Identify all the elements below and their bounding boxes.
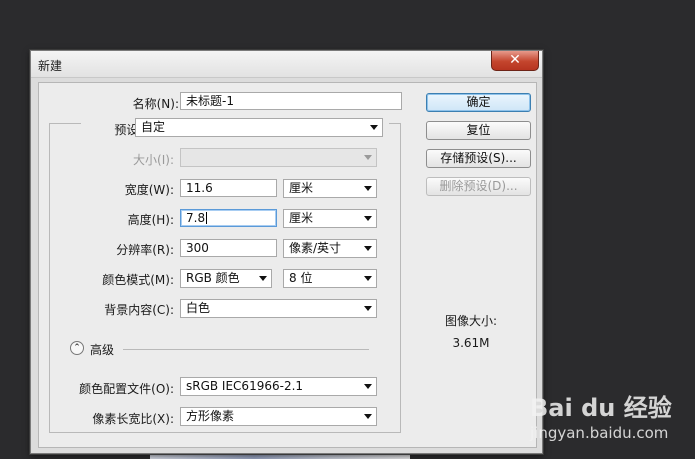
image-size-value: 3.61M — [452, 336, 490, 350]
color-profile-label: 颜色配置文件(O): — [79, 382, 174, 396]
size-select[interactable] — [180, 148, 377, 167]
name-label: 名称(N): — [132, 97, 179, 111]
delete-preset-button[interactable]: 删除预设(D)... — [426, 177, 531, 196]
chevron-down-icon — [364, 306, 372, 311]
ok-button[interactable]: 确定 — [426, 93, 531, 112]
dialog-title: 新建 — [38, 59, 63, 73]
chevron-down-icon — [364, 414, 372, 419]
bit-depth-value: 8 位 — [289, 271, 313, 285]
color-mode-select[interactable]: RGB 颜色 — [180, 269, 272, 288]
pixel-aspect-select[interactable]: 方形像素 — [180, 407, 377, 426]
chevron-down-icon — [364, 155, 372, 160]
close-button[interactable]: ✕ — [491, 51, 539, 71]
background-content-value: 白色 — [186, 301, 211, 315]
save-preset-button[interactable]: 存储预设(S)... — [426, 149, 531, 168]
chevron-down-icon — [364, 276, 372, 281]
height-unit-select[interactable]: 厘米 — [283, 209, 377, 228]
resolution-input[interactable]: 300 — [180, 239, 277, 257]
height-value: 7.8 — [186, 211, 206, 225]
image-size-label: 图像大小: — [444, 314, 498, 328]
background-content-label: 背景内容(C): — [104, 303, 174, 317]
baidu-watermark-url: jingyan.baidu.com — [530, 424, 669, 442]
resolution-unit-select[interactable]: 像素/英寸 — [283, 239, 377, 258]
chevron-down-icon — [364, 186, 372, 191]
chevron-down-icon — [364, 384, 372, 389]
new-document-dialog: 新建 ✕ 名称(N): 未标题-1 预设(P): 自定 大小(I): 宽度(W)… — [30, 50, 543, 454]
bit-depth-select[interactable]: 8 位 — [283, 269, 377, 288]
baidu-watermark-logo: Bai du 经验 — [530, 394, 672, 422]
width-unit-value: 厘米 — [289, 181, 314, 195]
height-label: 高度(H): — [127, 213, 174, 227]
dialog-content: 名称(N): 未标题-1 预设(P): 自定 大小(I): 宽度(W): 11.… — [38, 82, 537, 448]
advanced-divider — [123, 349, 369, 350]
collapse-advanced-icon[interactable]: ⌃ — [70, 341, 84, 355]
background-content-select[interactable]: 白色 — [180, 299, 377, 318]
width-input[interactable]: 11.6 — [180, 179, 277, 197]
chevron-down-icon — [259, 276, 267, 281]
name-input[interactable]: 未标题-1 — [180, 92, 402, 110]
preset-select[interactable]: 自定 — [135, 118, 383, 137]
reset-button[interactable]: 复位 — [426, 121, 531, 140]
chevron-down-icon — [364, 216, 372, 221]
height-input[interactable]: 7.8 — [180, 209, 277, 227]
group-border-bottom — [49, 432, 401, 433]
advanced-label[interactable]: 高级 — [90, 341, 114, 358]
resolution-unit-value: 像素/英寸 — [289, 241, 342, 255]
color-mode-label: 颜色模式(M): — [102, 273, 174, 287]
resolution-label: 分辨率(R): — [116, 243, 174, 257]
color-profile-select[interactable]: sRGB IEC61966-2.1 — [180, 377, 377, 396]
title-bar[interactable]: 新建 ✕ — [31, 51, 542, 78]
chevron-down-icon — [364, 246, 372, 251]
size-label: 大小(I): — [133, 153, 174, 167]
color-profile-value: sRGB IEC61966-2.1 — [186, 379, 304, 393]
width-label: 宽度(W): — [124, 183, 174, 197]
chevron-down-icon — [370, 125, 378, 130]
text-cursor — [206, 212, 208, 224]
pixel-aspect-label: 像素长宽比(X): — [92, 412, 174, 426]
group-border-right — [400, 123, 401, 433]
color-mode-value: RGB 颜色 — [186, 271, 240, 285]
group-border-left — [49, 123, 50, 433]
width-unit-select[interactable]: 厘米 — [283, 179, 377, 198]
pixel-aspect-value: 方形像素 — [186, 409, 235, 423]
preset-value: 自定 — [141, 120, 166, 134]
height-unit-value: 厘米 — [289, 211, 314, 225]
